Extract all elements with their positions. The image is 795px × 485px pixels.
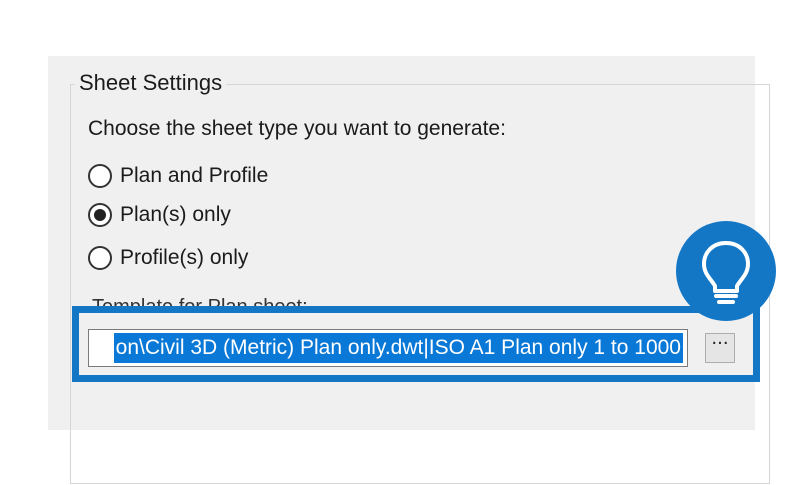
- radio-button-selected[interactable]: [88, 203, 112, 227]
- lightbulb-icon: [702, 241, 750, 304]
- radio-label: Plan and Profile: [120, 164, 269, 187]
- sheet-type-prompt: Choose the sheet type you want to genera…: [88, 117, 506, 140]
- template-path-input[interactable]: on\Civil 3D (Metric) Plan only.dwt|ISO A…: [88, 329, 688, 367]
- browse-button[interactable]: ···: [705, 333, 735, 363]
- radio-plan-and-profile[interactable]: Plan and Profile: [88, 164, 268, 188]
- template-path-value: on\Civil 3D (Metric) Plan only.dwt|ISO A…: [113, 333, 683, 363]
- sheet-settings-group: [70, 84, 770, 484]
- radio-button[interactable]: [88, 164, 112, 188]
- radio-profiles-only[interactable]: Profile(s) only: [88, 246, 248, 270]
- radio-button[interactable]: [88, 246, 112, 270]
- group-title: Sheet Settings: [75, 70, 227, 96]
- radio-plans-only[interactable]: Plan(s) only: [88, 203, 231, 227]
- tip-bubble: [676, 221, 776, 321]
- radio-label: Profile(s) only: [120, 246, 249, 269]
- radio-label: Plan(s) only: [120, 203, 231, 226]
